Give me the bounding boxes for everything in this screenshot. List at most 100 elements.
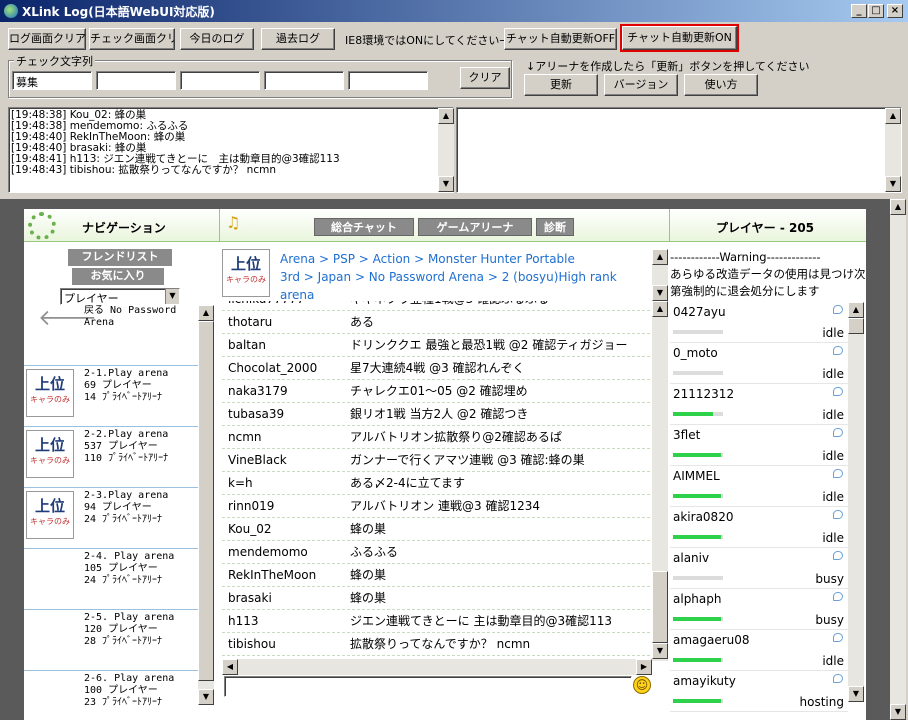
chat-hscrollbar[interactable]: ◀ ▶ xyxy=(222,659,652,675)
arena-item[interactable]: 2-5. Play arena 120 プレイヤー 28 ﾌﾟﾗｲﾍﾞｰﾄｱﾘｰﾅ xyxy=(24,610,198,671)
tab-diagnosis[interactable]: 診断 xyxy=(536,218,574,236)
past-log-button[interactable]: 過去ログ xyxy=(261,28,335,50)
chat-user[interactable]: k=h xyxy=(228,472,253,494)
arena-back-item[interactable]: 🡐 戻る No Password Arena xyxy=(24,305,198,366)
log-scrollbar[interactable]: ▲ ▼ xyxy=(438,108,454,192)
chevron-down-icon[interactable]: ▼ xyxy=(165,289,179,304)
scroll-up-icon[interactable]: ▲ xyxy=(848,302,864,318)
player-row[interactable]: 21112312 idle xyxy=(670,384,848,425)
scroll-right-icon[interactable]: ▶ xyxy=(636,659,652,675)
chat-user[interactable]: brasaki xyxy=(228,587,272,609)
player-row[interactable]: akira0820 idle xyxy=(670,507,848,548)
arena-item[interactable]: 2-4. Play arena 105 プレイヤー 24 ﾌﾟﾗｲﾍﾞｰﾄｱﾘｰﾅ xyxy=(24,549,198,610)
clear-check-button[interactable]: チェック画面クリア xyxy=(89,28,175,50)
player-row[interactable]: alphaph busy xyxy=(670,589,848,630)
breadcrumb-line-2[interactable]: 3rd > Japan > No Password Arena > 2 (bos… xyxy=(280,268,650,286)
scroll-thumb[interactable] xyxy=(848,318,864,334)
check-field-3[interactable] xyxy=(180,71,260,90)
chat-user[interactable]: Kou_02 xyxy=(228,518,272,540)
scroll-down-icon[interactable]: ▼ xyxy=(198,689,214,705)
version-button[interactable]: バージョン xyxy=(604,74,678,96)
scroll-down-icon[interactable]: ▼ xyxy=(890,704,906,720)
player-row[interactable]: 3flet idle xyxy=(670,425,848,466)
arena-scrollbar[interactable]: ▲ ▼ xyxy=(198,305,214,705)
close-button[interactable]: × xyxy=(887,4,903,18)
chat-bubble-icon[interactable] xyxy=(833,592,843,601)
breadcrumb-line-1[interactable]: Arena > PSP > Action > Monster Hunter Po… xyxy=(280,250,650,268)
scroll-up-icon[interactable]: ▲ xyxy=(438,108,454,124)
chat-user[interactable]: rinn019 xyxy=(228,495,274,517)
chat-auto-update-on-button[interactable]: チャット自動更新ON xyxy=(620,24,739,52)
scroll-down-icon[interactable]: ▼ xyxy=(652,285,668,301)
minimize-button[interactable]: _ xyxy=(851,4,867,18)
update-button[interactable]: 更新 xyxy=(524,74,598,96)
clear-log-button[interactable]: ログ画面クリア xyxy=(8,28,86,50)
check-field-2[interactable] xyxy=(96,71,176,90)
scroll-down-icon[interactable]: ▼ xyxy=(652,643,668,659)
scroll-thumb[interactable] xyxy=(198,321,214,681)
smiley-icon[interactable]: ☺ xyxy=(633,676,651,694)
chat-auto-update-off-button[interactable]: チャット自動更新OFF xyxy=(504,28,617,50)
scroll-left-icon[interactable]: ◀ xyxy=(222,659,238,675)
breadcrumb-scrollbar[interactable]: ▲ ▼ xyxy=(652,249,668,301)
chat-bubble-icon[interactable] xyxy=(833,346,843,355)
check-result-textbox[interactable] xyxy=(456,107,902,193)
maximize-button[interactable]: □ xyxy=(868,4,884,18)
player-row[interactable]: alaniv busy xyxy=(670,548,848,589)
chat-bubble-icon[interactable] xyxy=(833,551,843,560)
chat-input[interactable] xyxy=(224,676,632,697)
chat-bubble-icon[interactable] xyxy=(833,305,843,314)
tab-all-chat[interactable]: 総合チャット xyxy=(314,218,414,236)
favorites-button[interactable]: お気に入り xyxy=(72,268,164,285)
chat-user[interactable]: RekInTheMoon xyxy=(228,564,316,586)
scroll-up-icon[interactable]: ▲ xyxy=(652,301,668,317)
chat-bubble-icon[interactable] xyxy=(833,428,843,437)
chat-user[interactable]: naka3179 xyxy=(228,380,288,402)
arena-item[interactable]: 2-6. Play arena 100 プレイヤー 23 ﾌﾟﾗｲﾍﾞｰﾄｱﾘｰﾅ xyxy=(24,671,198,720)
chat-user[interactable]: ncmn xyxy=(228,426,262,448)
player-row[interactable]: amayikuty hosting xyxy=(670,671,848,712)
chat-bubble-icon[interactable] xyxy=(833,674,843,683)
tab-game-arena[interactable]: ゲームアリーナ xyxy=(418,218,532,236)
scroll-up-icon[interactable]: ▲ xyxy=(890,199,906,215)
chat-user[interactable]: ilchiku77777 xyxy=(228,301,305,310)
chat-user[interactable]: h113 xyxy=(228,610,259,632)
scroll-thumb[interactable] xyxy=(652,571,668,643)
arena-item[interactable]: 上位 キャラのみ 2-2.Play arena 537 プレイヤー 110 ﾌﾟﾗｲﾍﾞ… xyxy=(24,427,198,488)
chat-user[interactable]: baltan xyxy=(228,334,266,356)
scroll-down-icon[interactable]: ▼ xyxy=(885,176,901,192)
check-clear-button[interactable]: クリア xyxy=(460,67,510,89)
scroll-down-icon[interactable]: ▼ xyxy=(438,176,454,192)
player-row[interactable]: 0427ayu idle xyxy=(670,302,848,343)
player-scrollbar[interactable]: ▲ ▼ xyxy=(848,302,864,702)
chat-user[interactable]: Chocolat_2000 xyxy=(228,357,317,379)
player-select[interactable]: プレイヤー ▼ xyxy=(60,288,180,305)
chat-scrollbar[interactable]: ▲ ▼ xyxy=(652,301,668,661)
scroll-up-icon[interactable]: ▲ xyxy=(885,108,901,124)
log-textbox[interactable]: [19:48:38] Kou_02: 蜂の巣 [19:48:38] mendemo… xyxy=(8,107,454,193)
player-row[interactable]: AIMMEL idle xyxy=(670,466,848,507)
check-field-1[interactable]: 募集 xyxy=(12,71,92,90)
breadcrumb-line-3[interactable]: arena xyxy=(280,286,650,300)
chat-user[interactable]: thotaru xyxy=(228,311,272,333)
chat-bubble-icon[interactable] xyxy=(833,633,843,642)
chat-bubble-icon[interactable] xyxy=(833,469,843,478)
scroll-up-icon[interactable]: ▲ xyxy=(652,249,668,265)
chat-user[interactable]: tubasa39 xyxy=(228,403,284,425)
check-result-scrollbar[interactable]: ▲ ▼ xyxy=(885,108,901,192)
arena-item[interactable]: 上位 キャラのみ 2-1.Play arena 69 プレイヤー 14 ﾌﾟﾗｲﾍﾞｰﾄ… xyxy=(24,366,198,427)
player-row[interactable]: amagaeru08 idle xyxy=(670,630,848,671)
usage-button[interactable]: 使い方 xyxy=(684,74,758,96)
scroll-down-icon[interactable]: ▼ xyxy=(848,686,864,702)
chat-user[interactable]: mendemomo xyxy=(228,541,308,563)
arena-item[interactable]: 上位 キャラのみ 2-3.Play arena 94 プレイヤー 24 ﾌﾟﾗｲﾍﾞｰﾄ… xyxy=(24,488,198,549)
browser-scrollbar[interactable]: ▲ ▼ xyxy=(890,199,906,720)
chat-user[interactable]: VineBlack xyxy=(228,449,287,471)
chat-bubble-icon[interactable] xyxy=(833,510,843,519)
player-row[interactable]: 0_moto idle xyxy=(670,343,848,384)
today-log-button[interactable]: 今日のログ xyxy=(180,28,254,50)
chat-bubble-icon[interactable] xyxy=(833,387,843,396)
music-note-icon[interactable]: ♫ xyxy=(226,213,240,232)
scroll-up-icon[interactable]: ▲ xyxy=(198,305,214,321)
chat-user[interactable]: tibishou xyxy=(228,633,276,655)
